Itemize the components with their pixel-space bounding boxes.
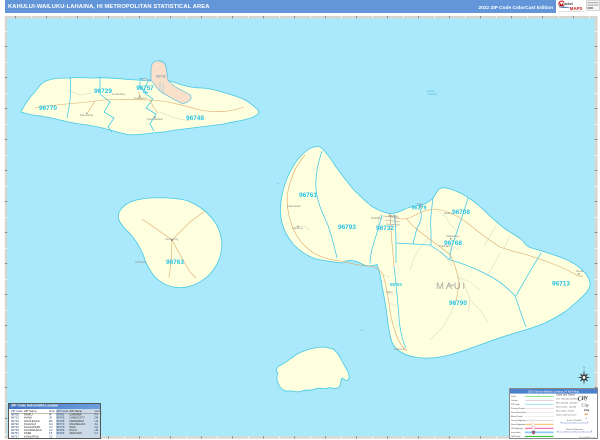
svg-text:Parks: Parks [511, 395, 516, 398]
svg-text:Under 5,000 and Less: Under 5,000 and Less [556, 413, 576, 416]
svg-text:Max 100,000 - 500,000: Max 100,000 - 500,000 [556, 402, 578, 404]
svg-text:96729: 96729 [94, 88, 112, 95]
svg-text:City: City [584, 408, 590, 412]
svg-text:MAPS: MAPS [570, 6, 583, 11]
svg-text:Primary Roads: Primary Roads [511, 407, 525, 410]
svg-text:Scale in Kilometers: Scale in Kilometers [566, 428, 583, 431]
svg-text:96742: 96742 [156, 75, 166, 79]
svg-text:96768: 96768 [444, 240, 462, 247]
svg-text:N: N [583, 366, 585, 370]
svg-text:96753: 96753 [390, 282, 402, 287]
svg-text:96770: 96770 [39, 105, 57, 112]
svg-text:Max 25,000 - 100,000: Max 25,000 - 100,000 [556, 406, 577, 408]
svg-text:96779: 96779 [412, 206, 427, 212]
svg-text:Kaanapali: Kaanapali [287, 204, 301, 208]
svg-text:96732: 96732 [376, 225, 394, 232]
svg-text:96761: 96761 [299, 192, 317, 199]
svg-text:Minor Roads: Minor Roads [511, 415, 523, 418]
svg-text:Channel: Channel [428, 92, 438, 96]
svg-text:Kihei: Kihei [386, 290, 393, 294]
svg-text:City: City [582, 402, 590, 407]
svg-text:State Highways: State Highways [511, 423, 525, 426]
svg-text:US Highways: US Highways [511, 428, 523, 430]
svg-text:MarketMAPS.com: MarketMAPS.com [579, 435, 595, 438]
svg-text:Cities and Towns: Cities and Towns [556, 393, 576, 396]
svg-text:96793: 96793 [338, 224, 356, 231]
svg-text:MAUI: MAUI [436, 281, 467, 292]
svg-text:Kualapuu: Kualapuu [134, 96, 147, 100]
svg-text:Scale 1:750,000: Scale 1:750,000 [567, 420, 582, 422]
svg-text:Over 500,000 and More: Over 500,000 and More [556, 397, 579, 400]
svg-text:ZIP Code: ZIP Code [511, 404, 520, 406]
svg-text:Hoolehua: Hoolehua [112, 92, 125, 96]
svg-text:96748: 96748 [186, 115, 204, 122]
svg-text:Toll Roads: Toll Roads [511, 436, 521, 438]
svg-text:96763: 96763 [166, 259, 184, 266]
svg-text:Makena: Makena [394, 347, 405, 351]
svg-text:Makawao: Makawao [446, 234, 459, 238]
svg-text:Haiku: Haiku [444, 211, 452, 215]
svg-text:Secondary Roads: Secondary Roads [511, 411, 527, 414]
svg-text:96708: 96708 [452, 209, 470, 216]
svg-text:96713: 96713 [552, 281, 570, 288]
svg-text:96757: 96757 [136, 85, 154, 92]
svg-text:Kahului: Kahului [388, 214, 398, 218]
svg-text:Interstates: Interstates [511, 431, 521, 434]
svg-text:Wailuku: Wailuku [371, 216, 382, 220]
svg-text:County Highways: County Highways [511, 419, 527, 422]
svg-text:Hana: Hana [576, 269, 584, 273]
svg-text:County: County [511, 399, 518, 402]
svg-text:Max 5,000 - 25,000: Max 5,000 - 25,000 [556, 410, 575, 412]
svg-text:96790: 96790 [449, 300, 467, 307]
